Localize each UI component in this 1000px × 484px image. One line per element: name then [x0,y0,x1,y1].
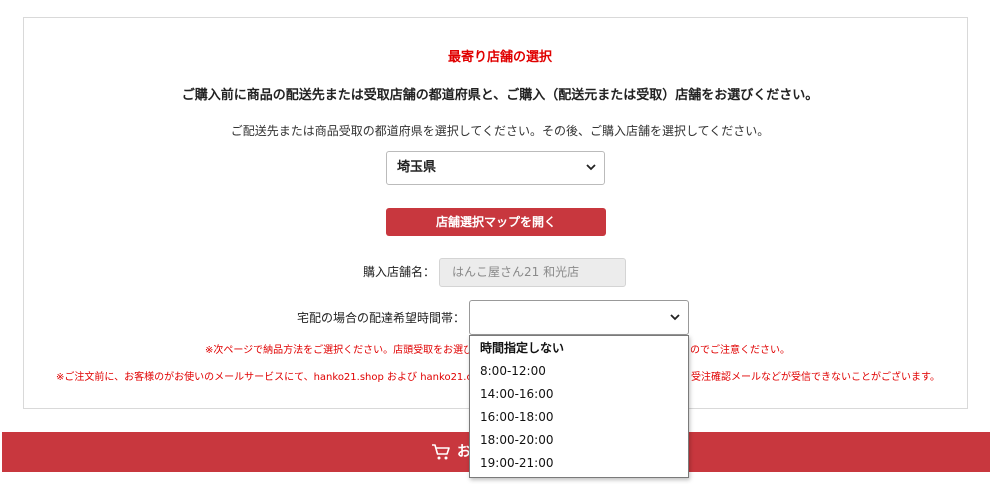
section-instruction: ご配送先または商品受取の都道府県を選択してください。その後、ご購入店舗を選択して… [230,124,770,138]
notice-email: ※ご注文前に、お客様のがお使いのメールサービスにて、hanko21.shop お… [56,371,484,385]
time-option[interactable]: 時間指定しない [470,337,688,360]
time-option[interactable]: 8:00-12:00 [470,360,688,383]
delivery-time-dropdown: 時間指定しない 8:00-12:00 14:00-16:00 16:00-18:… [469,335,689,478]
store-name-label: 購入店舗名： [362,265,435,279]
delivery-time-select[interactable] [469,300,689,335]
prefecture-select-value: 埼玉県 [397,160,437,175]
section-headline: ご購入前に商品の配送先または受取店舗の都道府県と、ご購入（配送元または受取）店舗… [181,88,819,103]
notice-delivery-method-left: ※次ページで納品方法をご選択ください。店頭受取をお選び [205,345,474,356]
time-option[interactable]: 18:00-20:00 [470,429,688,452]
notice-delivery-method-tail: のでご注意ください。 [690,345,790,356]
time-option[interactable]: 19:00-21:00 [470,452,688,475]
notice-email-tail: 受注確認メールなどが受信できないことがございます。 [691,372,940,383]
time-option[interactable]: 14:00-16:00 [470,383,688,406]
cart-icon [431,443,451,461]
section-title: 最寄り店舗の選択 [447,50,552,65]
chevron-down-icon [670,301,680,334]
store-name-field: はんこ屋さん21 和光店 [439,258,626,287]
prefecture-select[interactable]: 埼玉県 [386,151,605,185]
time-option[interactable]: 16:00-18:00 [470,406,688,429]
notice-delivery-method: ※次ページで納品方法をご選択ください。店頭受取をお選び [205,344,473,358]
open-store-map-button[interactable]: 店舗選択マップを開く [386,208,606,236]
chevron-down-icon [586,152,596,184]
delivery-time-label: 宅配の場合の配達希望時間帯： [296,311,465,325]
notice-email-left: ※ご注文前に、お客様のがお使いのメールサービスにて、hanko21.shop お… [56,372,484,383]
